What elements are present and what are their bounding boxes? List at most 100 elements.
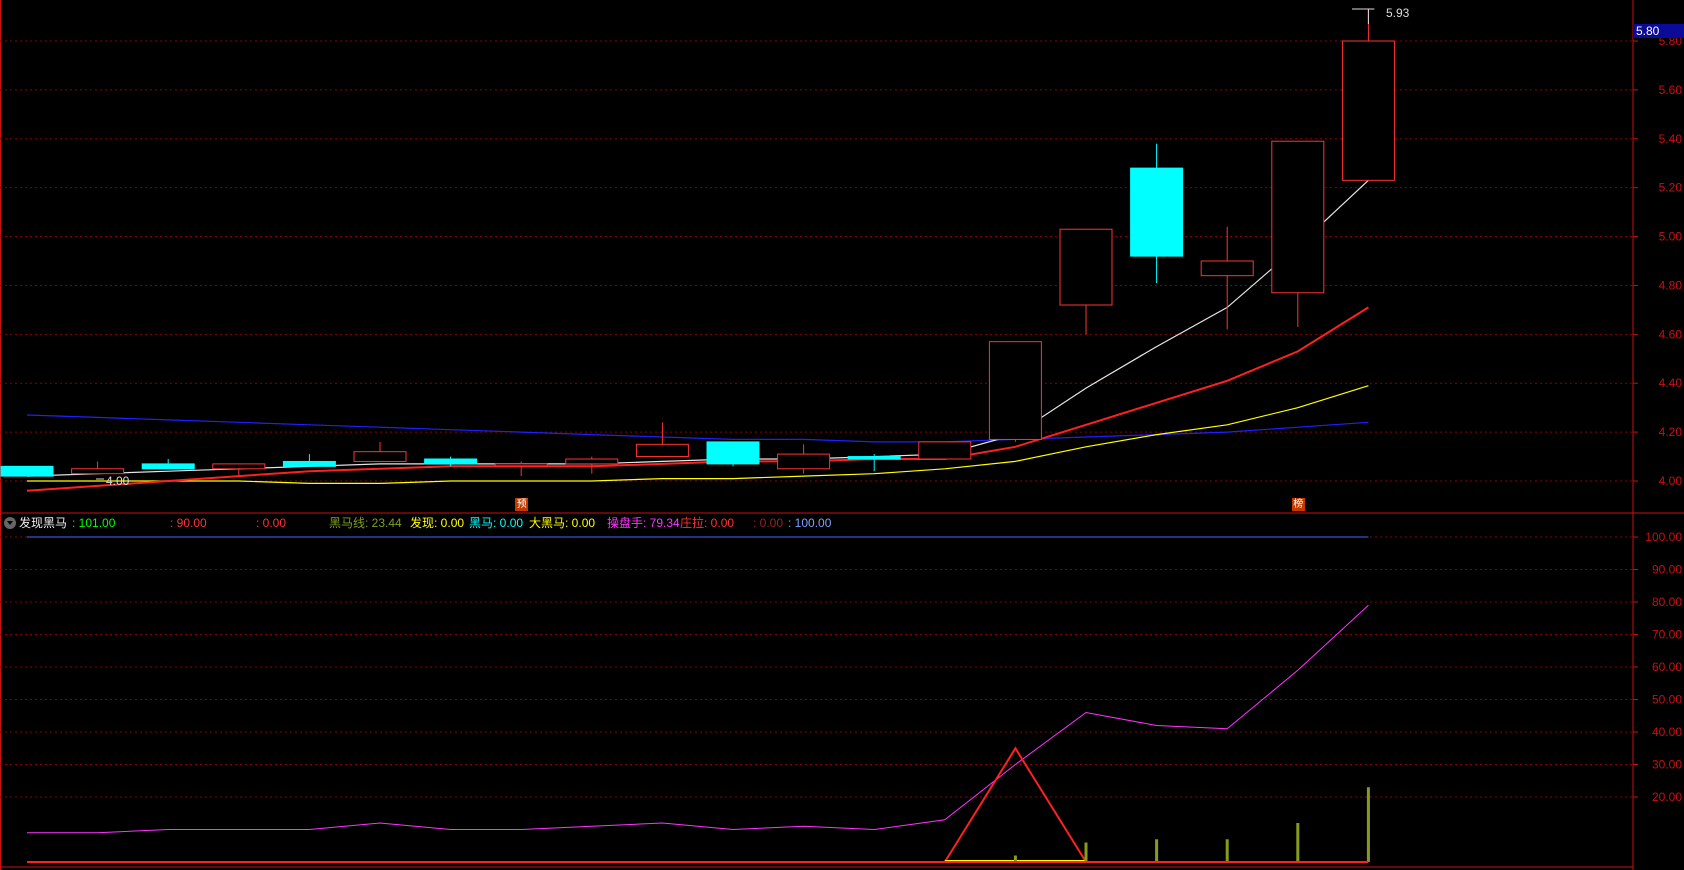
legend-item-value: : 0.00 [753, 516, 784, 530]
collapse-arrow-icon[interactable] [4, 517, 16, 529]
legend-item: 黑马: 0.00 [469, 514, 523, 532]
candle-body [918, 441, 972, 460]
indicator-tick-label: 40.00 [1652, 725, 1682, 739]
ma-red-line [26, 306, 1369, 492]
price-tick-label: 4.80 [1659, 278, 1683, 292]
candle[interactable] [494, 461, 548, 477]
legend-item-name: 黑马线 [329, 516, 366, 530]
candle[interactable] [918, 441, 972, 460]
candle[interactable] [706, 441, 760, 467]
indicator-tick-label: 60.00 [1652, 660, 1682, 674]
legend-item-value: : 90.00 [170, 516, 207, 530]
caopanshou-line [27, 604, 1369, 834]
legend-item-name: 庄拉 [680, 516, 705, 530]
candle[interactable] [0, 465, 54, 477]
high-price-label: 5.93 [1386, 6, 1410, 20]
candle[interactable] [1341, 9, 1395, 181]
legend-item-value: : 101.00 [72, 516, 116, 530]
candle[interactable] [1271, 140, 1325, 327]
grid [0, 0, 1684, 870]
indicator-tick-label: 30.00 [1652, 758, 1682, 772]
heima-bar [1084, 842, 1088, 862]
candle[interactable] [141, 459, 195, 470]
candle-body [141, 463, 195, 470]
legend-item-value: : 0.00 [493, 516, 524, 530]
zhuangla-triangle [943, 746, 1087, 863]
legend-item: 庄拉: 0.00 [680, 514, 734, 532]
candle[interactable] [424, 456, 478, 467]
candle-body [282, 460, 336, 467]
legend-item: 发现: 0.00 [410, 514, 464, 532]
candle[interactable] [988, 341, 1042, 442]
legend-item-value: : 0.00 [565, 516, 596, 530]
candle-body [706, 441, 760, 465]
price-tick-label: 5.40 [1659, 132, 1683, 146]
price-tick-label: 5.20 [1659, 181, 1683, 195]
candle[interactable] [847, 454, 901, 472]
price-panel[interactable] [0, 8, 1395, 492]
heima-bar [1366, 787, 1370, 862]
legend-item: 操盘手: 79.34 [607, 514, 680, 532]
candle[interactable] [1059, 228, 1113, 335]
candle[interactable] [282, 454, 336, 467]
legend-item-value: : 79.34 [643, 516, 680, 530]
indicator-panel[interactable] [27, 536, 1370, 863]
legend-item-value: : 0.00 [434, 516, 465, 530]
candle-body [1341, 40, 1395, 181]
indicator-tick-label: 80.00 [1652, 595, 1682, 609]
legend-item-value: : 100.00 [788, 516, 832, 530]
heima-bar [1155, 839, 1159, 862]
ma-blue-line [26, 414, 1369, 443]
candle-body [1059, 228, 1113, 306]
legend-item: : 0.00 [256, 514, 286, 532]
legend-item-name: 大黑马 [529, 516, 566, 530]
y-axis: 4.004.204.404.604.805.005.205.405.605.80… [1633, 34, 1682, 804]
candle[interactable] [71, 461, 125, 475]
candle-body [494, 463, 548, 467]
candle-body [565, 458, 619, 465]
indicator-tick-label: 90.00 [1652, 563, 1682, 577]
last-price-tag: 5.80 [1633, 24, 1684, 38]
event-marker[interactable]: 榜 [1291, 498, 1305, 511]
legend-item-value: : 0.00 [256, 516, 287, 530]
indicator-tick-label: 70.00 [1652, 628, 1682, 642]
event-marker[interactable]: 预 [515, 498, 529, 511]
price-tick-label: 4.40 [1659, 376, 1683, 390]
legend-item: 大黑马: 0.00 [529, 514, 595, 532]
low-price-label: 4.00 [106, 474, 130, 488]
candle-body [777, 453, 831, 470]
indicator-tick-label: 100.00 [1645, 530, 1682, 544]
legend-item: : 100.00 [788, 514, 831, 532]
legend-item-name: 发现 [410, 516, 435, 530]
candle-body [988, 341, 1042, 440]
price-tick-label: 4.00 [1659, 474, 1683, 488]
candle[interactable] [1200, 226, 1254, 330]
price-tick-label: 5.00 [1659, 230, 1683, 244]
candle-body [847, 456, 901, 460]
candle[interactable] [1130, 143, 1184, 283]
candle-body [71, 468, 125, 475]
candle[interactable] [635, 422, 689, 458]
legend-item-value: : 23.44 [365, 516, 402, 530]
candle-body [212, 463, 266, 470]
indicator-tick-label: 20.00 [1652, 790, 1682, 804]
legend-item: : 90.00 [170, 514, 207, 532]
chart-canvas[interactable]: 4.00 4.20 4.40 4.60 4.80 5.00 5.20 5.40 5.60 5.80… [0, 0, 1684, 870]
candle-body [353, 451, 407, 462]
heima-bar [1296, 823, 1300, 862]
legend-item: 黑马线: 23.44 [329, 514, 402, 532]
candle[interactable] [777, 444, 831, 474]
price-tick-label: 4.20 [1659, 425, 1683, 439]
candle-body [424, 458, 478, 465]
candle-body [635, 443, 689, 458]
legend-item-value: : 0.00 [704, 516, 735, 530]
legend-item: : 101.00 [72, 514, 115, 532]
candle[interactable] [353, 441, 407, 462]
legend-item-name: 操盘手 [607, 516, 644, 530]
legend-title: 发现黑马 [19, 516, 68, 530]
price-tick-label: 4.60 [1659, 327, 1683, 341]
price-tick-label: 5.60 [1659, 83, 1683, 97]
legend-item-name: 黑马 [469, 516, 494, 530]
heima-bar [1225, 839, 1229, 862]
legend-item: : 0.00 [753, 514, 783, 532]
